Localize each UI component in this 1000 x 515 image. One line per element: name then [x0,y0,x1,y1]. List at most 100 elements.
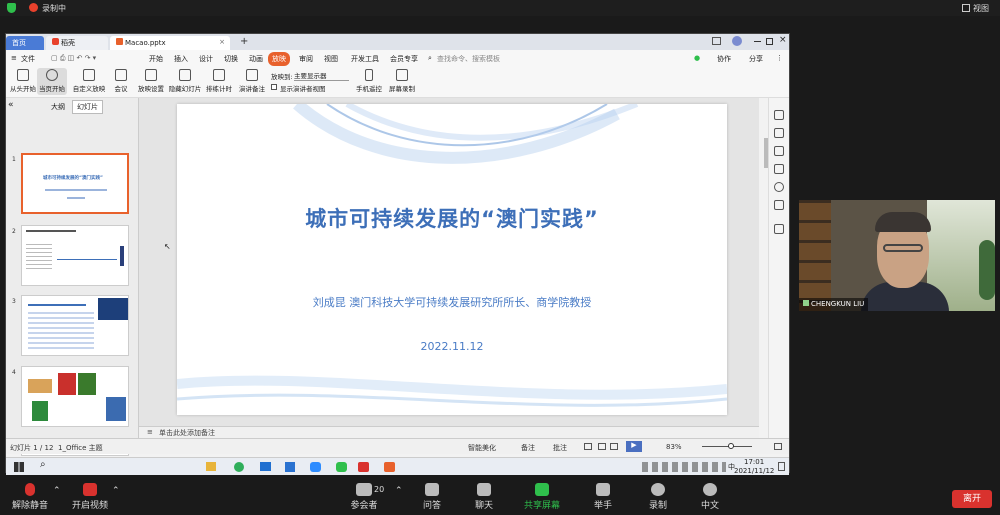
show-settings-button[interactable]: 放映设置 [134,68,168,93]
notes-toggle-button[interactable]: 备注 [521,443,535,453]
menu-review[interactable]: 审阅 [299,54,313,64]
reading-view-icon[interactable] [610,443,618,450]
phone-remote-button[interactable]: 手机遥控 [353,68,385,93]
zoom-slider-thumb[interactable] [728,443,734,449]
adjust-icon[interactable] [774,128,784,138]
share-button[interactable]: 分享 [749,54,763,64]
minimize-icon[interactable] [754,41,761,42]
display-to-select[interactable]: 主要显示器 [294,70,349,81]
avatar[interactable] [732,36,742,46]
start-video-button[interactable]: 开启视频 [60,483,120,511]
help-icon[interactable] [774,182,784,192]
zoom-level[interactable]: 83% [666,443,682,451]
menu-start[interactable]: 开始 [149,54,163,64]
menu-icon[interactable]: ≡ [11,54,17,62]
mail-icon[interactable] [260,462,271,471]
taskbar-search-icon[interactable]: ⌕ [40,459,46,470]
close-icon[interactable]: × [779,35,787,45]
comments-toggle-button[interactable]: 批注 [553,443,567,453]
new-tab-button[interactable]: + [240,36,248,47]
edge-icon[interactable] [234,462,244,472]
brush-icon[interactable] [774,146,784,156]
tab-home[interactable]: 首页 [6,36,44,50]
slide-thumb-4[interactable] [21,366,129,427]
leave-meeting-button[interactable]: 离开 [952,490,992,508]
windows-start-icon[interactable] [14,462,24,472]
notes-pane[interactable]: ≡ 单击此处添加备注 [139,426,759,438]
speaker-notes-button[interactable]: 演讲备注 [236,68,268,93]
view-grid-icon[interactable] [962,4,970,12]
screen-record-button[interactable]: 屏幕录制 [386,68,418,93]
sorter-view-icon[interactable] [598,443,606,450]
notifications-icon[interactable] [778,462,785,471]
collab-button[interactable]: 协作 [717,54,731,64]
qa-button[interactable]: 问答 [402,483,462,511]
play-slideshow-button[interactable]: ▶ [626,441,642,452]
clock-time[interactable]: 17:01 [744,458,764,466]
chat-button[interactable]: 聊天 [454,483,514,511]
slide-thumb-1[interactable]: 城市可持续发展的“澳门实践” [21,153,129,214]
search-icon[interactable]: ⌕ [428,54,432,63]
menu-view[interactable]: 视图 [324,54,338,64]
zoom-slider[interactable] [702,446,752,447]
slide-thumb-2[interactable] [21,225,129,286]
search-input[interactable]: 查找命令、搜索模板 [437,54,500,64]
menu-member[interactable]: 会员专享 [390,54,418,64]
menu-design[interactable]: 设计 [199,54,213,64]
app-icon[interactable] [285,462,295,472]
more-icon[interactable]: ⋮ [776,54,783,62]
record-button[interactable]: 录制 [628,483,688,511]
cube-icon[interactable] [774,224,784,234]
quick-tools[interactable]: ▢ ⎙ ◫ ↶ ↷ ▾ [51,54,96,63]
smart-beautify-button[interactable]: 智能美化 [468,443,496,453]
wps-app-icon[interactable] [358,462,369,472]
meeting-button[interactable]: 会议 [106,68,136,93]
normal-view-icon[interactable] [584,443,592,450]
fit-window-icon[interactable] [774,443,782,450]
pptx-app-icon[interactable] [384,462,395,472]
tab-macao-pptx[interactable]: Macao.pptx × [110,36,230,50]
tab-outline[interactable]: 大纲 [51,102,65,112]
raise-hand-button[interactable]: 举手 [573,483,633,511]
from-current-button[interactable]: 当页开始 [37,68,67,95]
menu-file[interactable]: 文件 [21,54,35,64]
unmute-button[interactable]: 解除静音 [0,483,60,511]
clock-date[interactable]: 2021/11/12 [734,467,774,475]
rehearse-button[interactable]: 排练计时 [202,68,236,93]
from-start-button[interactable]: 从头开始 [8,68,38,93]
menu-insert[interactable]: 插入 [174,54,188,64]
participant-video[interactable]: CHENGKUN LIU [799,200,995,311]
tab-close-icon[interactable]: × [219,38,225,46]
notes-collapse-icon[interactable]: ≡ [147,428,153,436]
cloud-icon[interactable]: ● [694,54,700,62]
tab-docer[interactable]: 稻壳 [46,36,108,50]
tray-icons[interactable] [642,462,726,472]
zoom-app-icon[interactable] [310,462,321,472]
menu-slideshow[interactable]: 放映 [268,52,290,66]
sharing-icon[interactable] [774,200,784,210]
notes-placeholder[interactable]: 单击此处添加备注 [159,428,215,438]
presenter-view-checkbox[interactable] [271,84,277,90]
window-icon[interactable] [774,164,784,174]
view-label[interactable]: 视图 [973,3,989,14]
share-screen-button[interactable]: 共享屏幕 [512,483,572,511]
tab-slides[interactable]: 幻灯片 [72,100,103,114]
language-button[interactable]: 中文 [680,483,740,511]
slide-canvas[interactable]: 城市可持续发展的“澳门实践” 刘成昆 澳门科技大学可持续发展研究所所长、商学院教… [177,104,727,415]
layout-icon[interactable] [712,37,721,45]
maximize-icon[interactable] [766,38,773,45]
menu-animation[interactable]: 动画 [249,54,263,64]
menu-developer[interactable]: 开发工具 [351,54,379,64]
video-options-chevron[interactable]: ⌃ [112,486,120,496]
security-shield-icon[interactable] [7,3,16,13]
participants-button[interactable]: 参会者 [334,483,394,511]
explorer-icon[interactable] [206,462,216,471]
custom-show-button[interactable]: 自定义放映 [69,68,109,93]
wechat-icon[interactable] [336,462,347,472]
property-icon[interactable] [774,110,784,120]
hide-slide-button[interactable]: 隐藏幻灯片 [168,68,202,93]
presenter-view-label[interactable]: 显示演讲者视图 [280,83,326,93]
collapse-panel-icon[interactable]: « [8,100,14,110]
menu-transition[interactable]: 切换 [224,54,238,64]
slide-thumb-3[interactable] [21,295,129,356]
